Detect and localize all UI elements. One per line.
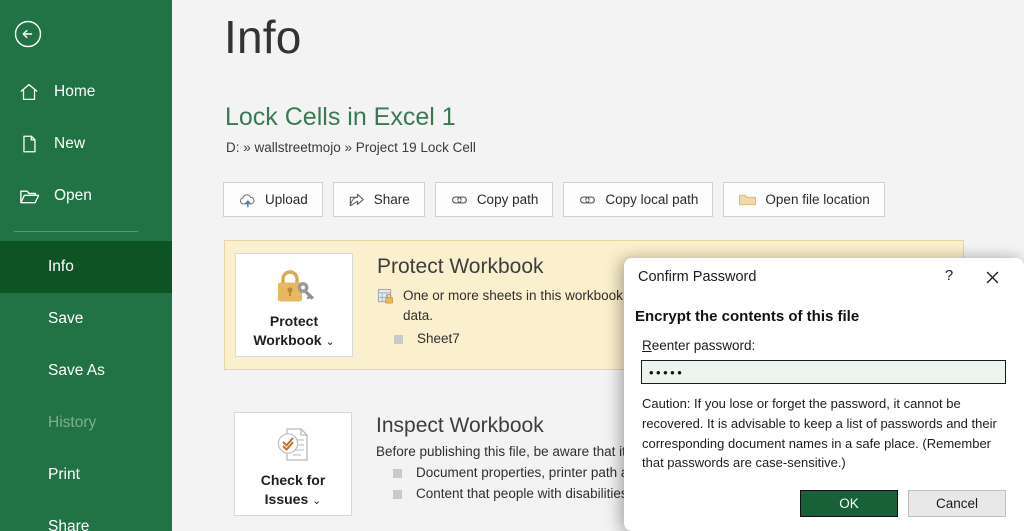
sidebar-nav-list: Home New Open Info Save Save As History … (0, 66, 172, 531)
page-title: Info (224, 11, 302, 63)
open-file-location-button[interactable]: Open file location (723, 182, 885, 217)
button-label-line1: Protect (269, 313, 319, 329)
backstage-sidebar: Home New Open Info Save Save As History … (0, 0, 172, 531)
button-label: Protect Workbook ⌄ (253, 312, 334, 350)
locked-sheet-icon (377, 286, 403, 325)
confirm-password-dialog: Confirm Password ? Encrypt the contents … (624, 258, 1024, 531)
chevron-down-icon: ⌄ (312, 494, 322, 507)
dialog-title: Confirm Password (638, 269, 757, 285)
protect-workbook-button[interactable]: Protect Workbook ⌄ (235, 253, 353, 357)
back-arrow-glyph (14, 20, 42, 48)
sidebar-item-save-as[interactable]: Save As (0, 345, 172, 397)
caution-text: Caution: If you lose or forget the passw… (642, 396, 997, 471)
sidebar-item-home[interactable]: Home (0, 66, 172, 118)
sidebar-item-label: Save (48, 310, 84, 327)
reenter-password-input[interactable]: ••••• (641, 360, 1006, 384)
link-icon (578, 193, 597, 207)
cloud-upload-icon (238, 192, 257, 208)
check-for-issues-button[interactable]: Check for Issues ⌄ (234, 412, 352, 516)
copy-local-path-button[interactable]: Copy local path (563, 182, 714, 217)
ok-button[interactable]: OK (800, 490, 898, 517)
link-icon (450, 193, 469, 207)
dialog-button-row: OK Cancel (624, 490, 1024, 517)
button-label: Share (373, 192, 410, 207)
button-label: Check for Issues ⌄ (261, 471, 326, 509)
sidebar-item-info[interactable]: Info (0, 241, 172, 293)
bullet-square-icon (393, 490, 402, 500)
button-label-line1: Check for (260, 472, 326, 488)
button-label: Open file location (765, 192, 870, 207)
close-glyph (986, 271, 998, 283)
folder-icon (738, 192, 757, 207)
button-label-line2: Issues (264, 490, 309, 507)
sidebar-item-label: Save As (48, 362, 105, 379)
label-rest: eenter password: (651, 338, 756, 353)
sidebar-item-label: Print (48, 466, 80, 483)
button-label: Copy local path (605, 192, 699, 207)
sidebar-item-label: Info (48, 258, 74, 275)
excel-backstage-info-screen: Home New Open Info Save Save As History … (0, 0, 1024, 531)
share-arrow-icon (348, 192, 366, 208)
sidebar-item-open[interactable]: Open (0, 170, 172, 222)
sidebar-item-label: Home (54, 83, 96, 100)
file-name-title: Lock Cells in Excel 1 (225, 103, 456, 131)
sidebar-item-print[interactable]: Print (0, 449, 172, 501)
upload-button[interactable]: Upload (223, 182, 323, 217)
list-item-label: Sheet7 (417, 331, 460, 347)
sidebar-item-new[interactable]: New (0, 118, 172, 170)
sidebar-item-share[interactable]: Share (0, 501, 172, 531)
button-label-line2: Workbook (253, 331, 322, 348)
copy-path-button[interactable]: Copy path (434, 182, 554, 217)
button-label: Copy path (476, 192, 539, 207)
sidebar-divider (14, 231, 138, 232)
password-field-label: Reenter password: (642, 338, 755, 353)
chevron-down-icon: ⌄ (325, 335, 335, 348)
sidebar-item-label: New (54, 135, 86, 152)
file-actions-toolbar: Upload Share Copy path Copy local path O… (223, 182, 885, 217)
sidebar-item-history: History (0, 397, 172, 449)
help-icon[interactable]: ? (938, 267, 960, 284)
bullet-square-icon (394, 335, 403, 345)
back-arrow-icon[interactable] (12, 18, 44, 50)
bullet-square-icon (393, 469, 402, 479)
button-label: Upload (265, 192, 308, 207)
home-icon (16, 79, 42, 105)
document-check-icon (271, 423, 315, 467)
new-file-icon (16, 131, 42, 157)
close-icon[interactable] (980, 266, 1004, 288)
sidebar-item-label: History (48, 414, 97, 431)
accelerator-letter: R (642, 338, 652, 353)
sidebar-item-label: Open (54, 187, 92, 204)
lock-key-icon (271, 264, 317, 308)
share-button[interactable]: Share (332, 182, 425, 217)
sidebar-item-save[interactable]: Save (0, 293, 172, 345)
dialog-heading: Encrypt the contents of this file (635, 308, 860, 325)
sidebar-item-label: Share (48, 518, 90, 531)
open-folder-icon (16, 183, 42, 209)
breadcrumb: D: » wallstreetmojo » Project 19 Lock Ce… (226, 140, 476, 155)
cancel-button[interactable]: Cancel (908, 490, 1006, 517)
